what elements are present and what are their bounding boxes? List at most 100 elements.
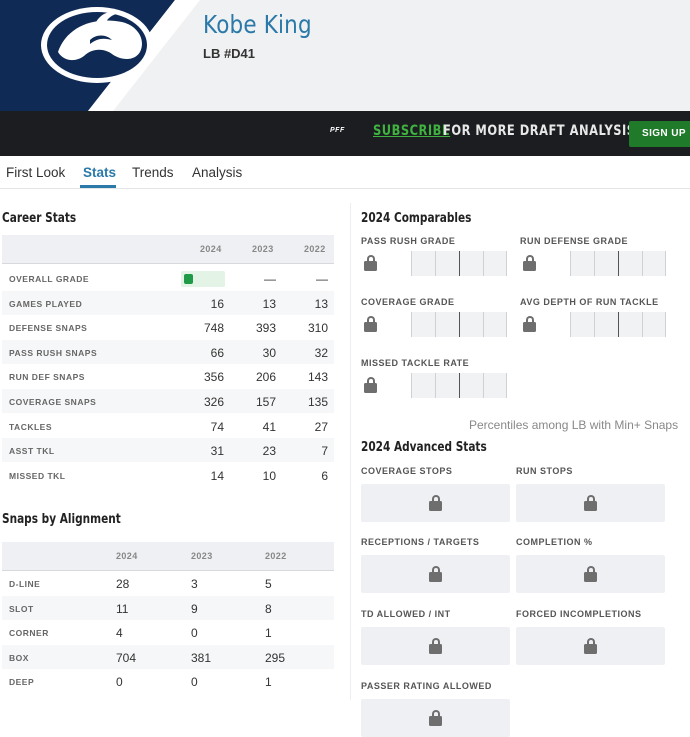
percentile-bar (570, 312, 666, 337)
tab-stats[interactable]: Stats (83, 165, 116, 180)
lock-icon (523, 255, 536, 271)
stat-value: 32 (314, 345, 328, 360)
bar-tick (483, 312, 484, 337)
row-label: OVERALL GRADE (9, 274, 90, 284)
stat-value: 143 (307, 370, 328, 385)
stat-value: 0 (191, 675, 198, 690)
stat-value: 41 (262, 419, 276, 434)
lock-body (584, 644, 597, 654)
player-position: LB #D41 (203, 46, 256, 61)
lock-icon (429, 710, 442, 726)
bar-tick (483, 373, 484, 398)
subscribe-link[interactable]: SUBSCRIBE (373, 123, 450, 139)
advanced-stat-box (361, 555, 510, 593)
row-label: SLOT (9, 603, 34, 614)
bar-tick (618, 251, 619, 276)
stat-value: 9 (191, 601, 198, 616)
bar-tick (411, 251, 412, 276)
lock-icon (584, 566, 597, 582)
career-stats-header (2, 235, 334, 263)
tab-analysis[interactable]: Analysis (192, 165, 242, 180)
row-label: PASS RUSH SNAPS (9, 347, 98, 358)
column-divider (350, 203, 351, 700)
percentile-bar (411, 312, 507, 337)
bar-tick (665, 312, 666, 337)
stat-value: 1 (265, 626, 272, 641)
stat-value: 14 (210, 468, 224, 483)
advanced-stat-box (361, 484, 510, 522)
advanced-stat-box (516, 627, 665, 665)
lock-icon (584, 495, 597, 511)
percentile-bar (411, 251, 507, 276)
lock-icon (364, 316, 377, 332)
column-header: 2023 (252, 244, 274, 254)
stat-value: 10 (262, 468, 276, 483)
comparable-label: MISSED TACKLE RATE (361, 358, 470, 368)
row-label: RUN DEF SNAPS (9, 372, 85, 383)
bar-tick (411, 373, 412, 398)
column-header: 2022 (304, 244, 326, 254)
comparable-label: COVERAGE GRADE (361, 297, 455, 307)
advanced-stat-label: COVERAGE STOPS (361, 466, 453, 476)
stat-value: 74 (210, 419, 224, 434)
stat-value: 393 (255, 321, 276, 336)
comparable-label: PASS RUSH GRADE (361, 236, 456, 246)
lock-icon (429, 495, 442, 511)
stat-value: 381 (191, 650, 212, 665)
comparables-title: 2024 Comparables (361, 210, 472, 226)
lock-body (584, 501, 597, 511)
percentile-bar (411, 373, 507, 398)
bar-tick (506, 373, 507, 398)
bar-tick (435, 251, 436, 276)
stat-value: 0 (191, 626, 198, 641)
stat-value: 13 (262, 296, 276, 311)
column-header: 2024 (200, 244, 222, 254)
row-label: GAMES PLAYED (9, 298, 83, 309)
stat-value: 310 (307, 321, 328, 336)
lock-body (429, 716, 442, 726)
table-row-bg (2, 595, 334, 620)
stat-value: 0 (116, 675, 123, 690)
lock-body (429, 501, 442, 511)
stat-value: 30 (262, 345, 276, 360)
bar-tick (411, 312, 412, 337)
lock-icon (429, 638, 442, 654)
tab-trends[interactable]: Trends (132, 165, 174, 180)
grade-indicator (184, 274, 193, 284)
row-label: D-LINE (9, 579, 41, 589)
stat-value: 704 (116, 650, 137, 665)
stat-value: 31 (210, 444, 224, 459)
percentile-bar (570, 251, 666, 276)
stat-value: 295 (265, 650, 286, 665)
stat-value: 5 (265, 577, 272, 591)
lock-icon (364, 377, 377, 393)
advanced-stats-title: 2024 Advanced Stats (361, 439, 487, 455)
stat-value: 8 (265, 601, 272, 616)
lock-icon (429, 566, 442, 582)
bar-tick (642, 251, 643, 276)
row-label: DEFENSE SNAPS (9, 323, 88, 334)
bar-tick (642, 312, 643, 337)
bar-tick (459, 251, 460, 276)
bar-tick (435, 373, 436, 398)
stat-value: 157 (255, 395, 276, 409)
stat-value: 6 (321, 468, 328, 483)
comparable-label: AVG DEPTH OF RUN TACKLE (520, 297, 659, 307)
row-label: TACKLES (9, 421, 53, 432)
lock-body (364, 383, 377, 393)
row-label: DEEP (9, 677, 35, 688)
stat-value: 66 (210, 345, 224, 360)
lock-body (584, 572, 597, 582)
stat-value: 3 (191, 577, 198, 591)
row-label: CORNER (9, 628, 49, 639)
sign-up-button[interactable]: SIGN UP (629, 121, 690, 147)
advanced-stat-box (516, 555, 665, 593)
stat-value: 7 (321, 444, 328, 459)
row-label: BOX (9, 652, 29, 663)
advanced-stat-box (361, 699, 510, 737)
advanced-stat-box (361, 627, 510, 665)
stat-value: 206 (255, 370, 276, 385)
stat-value: 326 (203, 395, 224, 409)
tab-first-look[interactable]: First Look (6, 165, 65, 180)
bar-tick (459, 373, 460, 398)
